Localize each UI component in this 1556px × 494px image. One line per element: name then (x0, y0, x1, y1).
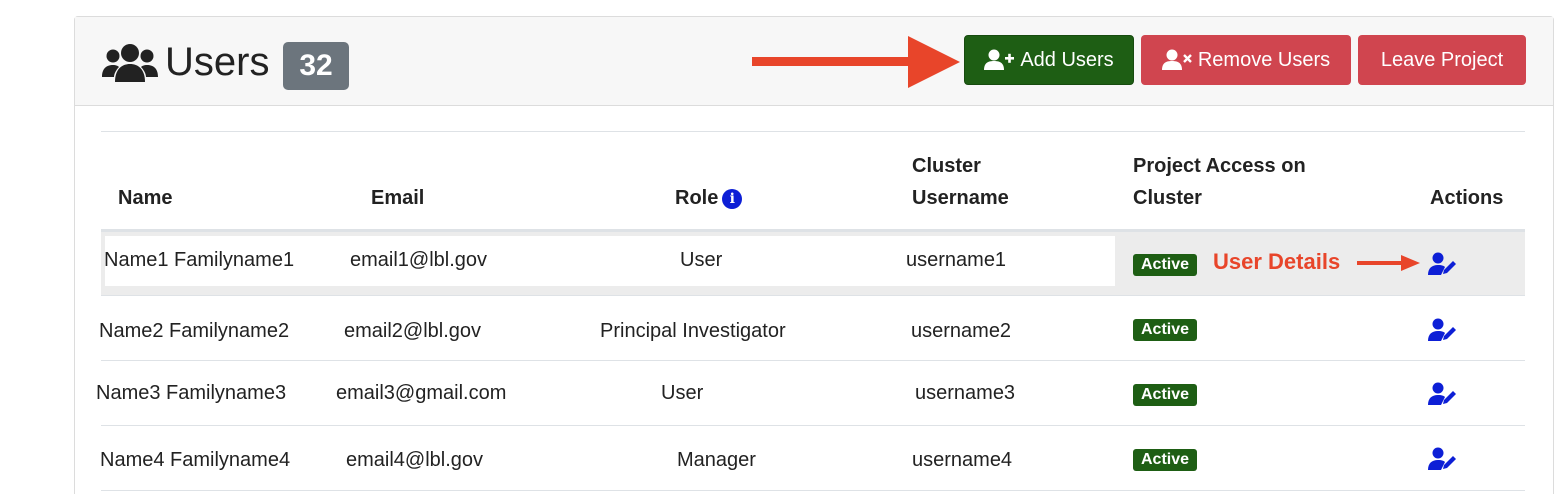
column-header-cluster-username-line2: Username (912, 187, 1009, 209)
row4-status-badge: Active (1133, 449, 1197, 471)
column-header-role-label: Role (675, 187, 719, 209)
user-edit-icon[interactable] (1428, 252, 1458, 276)
row1-role: User (680, 249, 723, 271)
row3-email: email3@gmail.com (336, 382, 507, 404)
row4-username: username4 (912, 449, 1013, 471)
remove-users-label: Remove Users (1197, 48, 1331, 71)
row2-name: Name2 Familyname2 (99, 320, 290, 342)
row1-name: Name1 Familyname1 (104, 249, 295, 271)
page-title: Users (165, 40, 270, 84)
user-details-annotation: User Details (1213, 249, 1341, 274)
leave-project-label: Leave Project (1380, 48, 1504, 71)
leave-project-button[interactable]: Leave Project (1358, 35, 1526, 85)
column-header-name[interactable]: Name (118, 182, 172, 214)
row-divider (101, 360, 1525, 361)
row1-username: username1 (906, 249, 1007, 271)
row2-email: email2@lbl.gov (344, 320, 482, 342)
column-header-actions: Actions (1430, 187, 1504, 209)
table-top-border (101, 131, 1525, 132)
row3-username: username3 (915, 382, 1016, 404)
arrow-to-add-users-icon (752, 36, 960, 88)
column-header-project-access[interactable]: Project Access on Cluster (1133, 150, 1306, 214)
row4-name: Name4 Familyname4 (100, 449, 291, 471)
row-divider (101, 425, 1525, 426)
row-divider (101, 295, 1525, 296)
row3-name: Name3 Familyname3 (96, 382, 287, 404)
arrow-to-user-details-icon (1357, 255, 1420, 271)
column-header-cluster-username-line1: Cluster (912, 155, 981, 177)
user-edit-icon[interactable] (1428, 447, 1458, 471)
row4-role: Manager (677, 449, 756, 471)
column-header-email[interactable]: Email (371, 182, 424, 214)
column-header-project-access-line2: Cluster (1133, 187, 1202, 209)
user-count-badge: 32 (283, 42, 349, 90)
add-users-label: Add Users (1020, 48, 1114, 71)
row-divider (101, 490, 1525, 491)
column-header-role[interactable]: Role i (675, 182, 743, 214)
row2-role: Principal Investigator (600, 320, 786, 342)
row3-role: User (661, 382, 704, 404)
user-edit-icon[interactable] (1428, 382, 1458, 406)
row2-status-badge: Active (1133, 319, 1197, 341)
row1-status-badge: Active (1133, 254, 1197, 276)
column-header-project-access-line1: Project Access on (1133, 155, 1306, 177)
row3-status-badge: Active (1133, 384, 1197, 406)
info-circle-icon[interactable]: i (722, 189, 743, 209)
add-users-button[interactable]: Add Users (964, 35, 1134, 85)
user-times-icon (1161, 49, 1192, 70)
user-plus-icon (984, 49, 1015, 70)
row4-email: email4@lbl.gov (346, 449, 484, 471)
row1-email: email1@lbl.gov (350, 249, 488, 271)
users-icon (102, 44, 158, 82)
user-edit-icon[interactable] (1428, 318, 1458, 342)
remove-users-button[interactable]: Remove Users (1141, 35, 1351, 85)
row2-username: username2 (911, 320, 1012, 342)
column-header-cluster-username[interactable]: Cluster Username (912, 150, 1009, 214)
